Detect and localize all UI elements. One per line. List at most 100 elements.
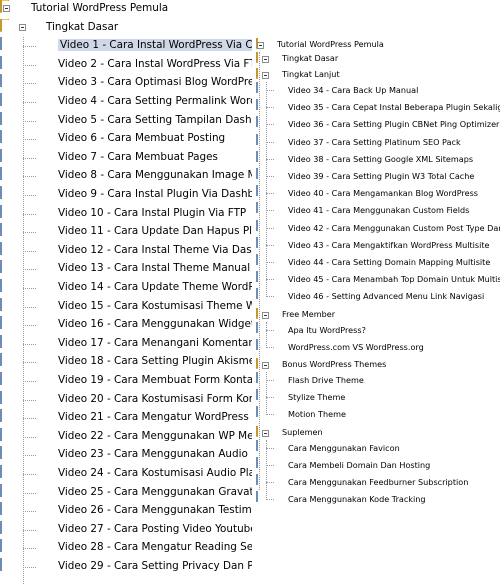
tree-node-item[interactable]: Video 10 - Cara Instal Plugin Via FTP [0, 204, 252, 224]
tree-node-item[interactable]: Motion Theme [256, 406, 500, 423]
tree-node-item[interactable]: Video 44 - Cara Setting Domain Mapping M… [256, 254, 500, 271]
page-icon [0, 539, 2, 553]
tree-node-item[interactable]: Video 4 - Cara Setting Permalink WordPre… [0, 93, 252, 112]
page-icon [256, 321, 258, 333]
tree-node-item[interactable]: Video 15 - Cara Kostumisasi Theme WordPr… [0, 297, 252, 317]
tree-node-item[interactable]: Stylize Theme [256, 389, 500, 406]
tree-node-label: Video 24 - Cara Kostumisasi Audio Player [58, 467, 252, 479]
tree-node-item[interactable]: Cara Menggunakan Feedburner Subscription [256, 474, 500, 491]
tree-node-label: Video 29 - Cara Setting Privacy Dan Ping… [58, 560, 252, 572]
collapse-toggle[interactable] [262, 362, 269, 369]
tree-node-item[interactable]: Video 26 - Cara Menggunakan Testimonial [0, 502, 252, 521]
tree-node-root[interactable]: Tutorial WordPress Pemula [256, 38, 500, 52]
tree-node-label: Cara Menggunakan Kode Tracking [288, 494, 426, 505]
tree-node-label: Bonus WordPress Themes [282, 359, 387, 369]
collapse-toggle[interactable] [262, 56, 269, 63]
tree-node-item[interactable]: Video 29 - Cara Setting Privacy Dan Ping… [0, 558, 252, 577]
tree-node-item[interactable]: Video 28 - Cara Mengatur Reading Setting… [0, 539, 252, 558]
tree-node-item[interactable]: Video 12 - Cara Instal Theme Via Dashboa… [0, 241, 252, 261]
tree-node-item[interactable]: Video 43 - Cara Mengaktifkan WordPress M… [256, 236, 500, 254]
tree-node-item[interactable]: Video 41 - Cara Menggunakan Custom Field… [256, 202, 500, 219]
tree-node-item[interactable]: Video 19 - Cara Membuat Form Kontak [0, 372, 252, 391]
tree-node-item[interactable]: Video 21 - Cara Mengatur WordPress User [0, 409, 252, 428]
tree-node-item[interactable]: Flash Drive Theme [256, 372, 500, 389]
tree-guide-line [266, 439, 267, 501]
tree-node-label: Video 14 - Cara Update Theme WordPress [58, 281, 252, 293]
tree-node-label: Video 38 - Cara Setting Google XML Sitem… [288, 153, 474, 164]
tree-node-folder[interactable]: Bonus WordPress Themes [256, 358, 500, 372]
tree-node-item[interactable]: Video 14 - Cara Update Theme WordPress [0, 279, 252, 298]
collapse-toggle[interactable] [262, 311, 269, 319]
tree-node-item[interactable]: Cara Menggunakan Kode Tracking [256, 491, 500, 508]
tree-node-item[interactable]: Video 18 - Cara Setting Plugin Akismet [0, 353, 252, 372]
tree-node-item[interactable]: Video 27 - Cara Posting Video Youtube [0, 520, 252, 540]
tree-node-label: Video 37 - Cara Setting Platinum SEO Pac… [288, 136, 461, 147]
page-icon [256, 219, 258, 231]
tree-node-root[interactable]: Tutorial WordPress Pemula [0, 0, 252, 19]
tree-node-folder[interactable]: Tingkat Dasar [256, 52, 500, 66]
tree-node-item[interactable]: Video 2 - Cara Instal WordPress Via FTP [0, 55, 252, 75]
tree-node-item[interactable]: Cara Menggunakan Favicon [256, 439, 500, 457]
tree-guide-line [266, 107, 274, 109]
tree-guide-line [266, 372, 267, 416]
tree-node-item[interactable]: Cara Membeli Domain Dan Hosting [256, 456, 500, 474]
tree-node-item[interactable]: Video 3 - Cara Optimasi Blog WordPress [0, 74, 252, 93]
tree-guide-line [266, 447, 274, 449]
tree-node-item[interactable]: Video 35 - Cara Cepat Instal Beberapa Pl… [256, 99, 500, 116]
tree-node-label: Flash Drive Theme [288, 375, 364, 385]
collapse-toggle[interactable] [262, 72, 269, 79]
tree-node-label: Video 36 - Cara Setting Plugin CBNet Pin… [288, 119, 500, 130]
page-icon [0, 204, 2, 218]
tree-node-folder[interactable]: Suplemen [256, 425, 500, 440]
tree-node-label: Video 46 - Setting Advanced Menu Link Na… [288, 291, 485, 302]
tree-guide-line [266, 90, 274, 91]
tree-node-item[interactable]: Video 6 - Cara Membuat Posting [0, 130, 252, 149]
tree-guide-line [266, 176, 274, 177]
tree-node-item[interactable]: Video 38 - Cara Setting Google XML Sitem… [256, 150, 500, 168]
tree-guide-line [266, 499, 274, 501]
tree-node-label: Stylize Theme [288, 392, 346, 403]
tree-node-item[interactable]: Video 40 - Cara Mengamankan Blog WordPre… [256, 185, 500, 202]
tree-node-item[interactable]: Video 37 - Cara Setting Platinum SEO Pac… [256, 133, 500, 151]
tree-node-item[interactable]: Video 20 - Cara Kostumisasi Form Kontak [0, 390, 252, 410]
tree-guide-line [266, 346, 274, 348]
tree-node-item[interactable]: Video 8 - Cara Menggunakan Image Media [0, 167, 252, 186]
tree-node-item[interactable]: Video 22 - Cara Menggunakan WP Menus [0, 427, 252, 447]
page-icon [0, 483, 2, 497]
tree-node-item[interactable]: Video 1 - Cara Instal WordPress Via Cpan… [0, 37, 252, 56]
tree-node-item[interactable]: Video 23 - Cara Menggunakan Audio Podcas… [0, 446, 252, 465]
tree-guide-line [266, 82, 267, 298]
tree-node-item[interactable]: Video 7 - Cara Membuat Pages [0, 148, 252, 168]
collapse-toggle[interactable] [262, 429, 269, 437]
tree-node-folder[interactable]: Free Member [256, 307, 500, 322]
page-icon [0, 74, 2, 88]
tree-node-folder[interactable]: Tingkat Lanjut [256, 68, 500, 82]
collapse-toggle[interactable] [3, 5, 10, 12]
tree-node-label: Video 11 - Cara Update Dan Hapus Plugin [58, 225, 252, 238]
tree-node-item[interactable]: Video 16 - Cara Menggunakan Widget [0, 316, 252, 335]
tree-node-label: Motion Theme [288, 409, 346, 420]
tree-node-item[interactable]: Video 42 - Cara Menggunakan Custom Post … [256, 219, 500, 237]
collapse-toggle[interactable] [19, 23, 26, 31]
tree-node-item[interactable]: Video 13 - Cara Instal Theme Manual Via … [0, 260, 252, 279]
tree-node-item[interactable]: Video 39 - Cara Setting Plugin W3 Total … [256, 168, 500, 185]
tree-node-item[interactable]: Video 34 - Cara Back Up Manual [256, 82, 500, 99]
tree-node-label: Apa Itu WordPress? [288, 324, 366, 335]
tree-node-item[interactable]: Video 24 - Cara Kostumisasi Audio Player [0, 465, 252, 484]
tree-node-item[interactable]: Video 36 - Cara Setting Plugin CBNet Pin… [256, 116, 500, 133]
collapse-toggle[interactable] [257, 42, 264, 49]
tree-node-item[interactable]: Apa Itu WordPress? [256, 321, 500, 339]
tree-node-item[interactable]: Video 11 - Cara Update Dan Hapus Plugin [0, 223, 252, 242]
tree-node-item[interactable]: Video 46 - Setting Advanced Menu Link Na… [256, 288, 500, 305]
page-icon [0, 167, 2, 181]
page-icon [256, 99, 258, 111]
tree-node-label: Video 27 - Cara Posting Video Youtube [58, 522, 252, 535]
tree-node-item[interactable]: Video 45 - Cara Menambah Top Domain Untu… [256, 271, 500, 288]
tree-node-folder[interactable]: Tingkat Dasar [0, 18, 252, 38]
tree-node-item[interactable]: Video 5 - Cara Setting Tampilan Dashboar… [0, 111, 252, 131]
right-tree-panel: Tutorial WordPress Pemula Tingkat Dasar Ti… [256, 38, 500, 518]
tree-node-item[interactable]: WordPress.com VS WordPress.org [256, 338, 500, 356]
tree-node-item[interactable]: Video 25 - Cara Menggunakan Gravatar [0, 483, 252, 503]
tree-node-item[interactable]: Video 9 - Cara Instal Plugin Via Dashboa… [0, 186, 252, 205]
tree-node-item[interactable]: Video 17 - Cara Menangani Komentar SPAM [0, 334, 252, 354]
